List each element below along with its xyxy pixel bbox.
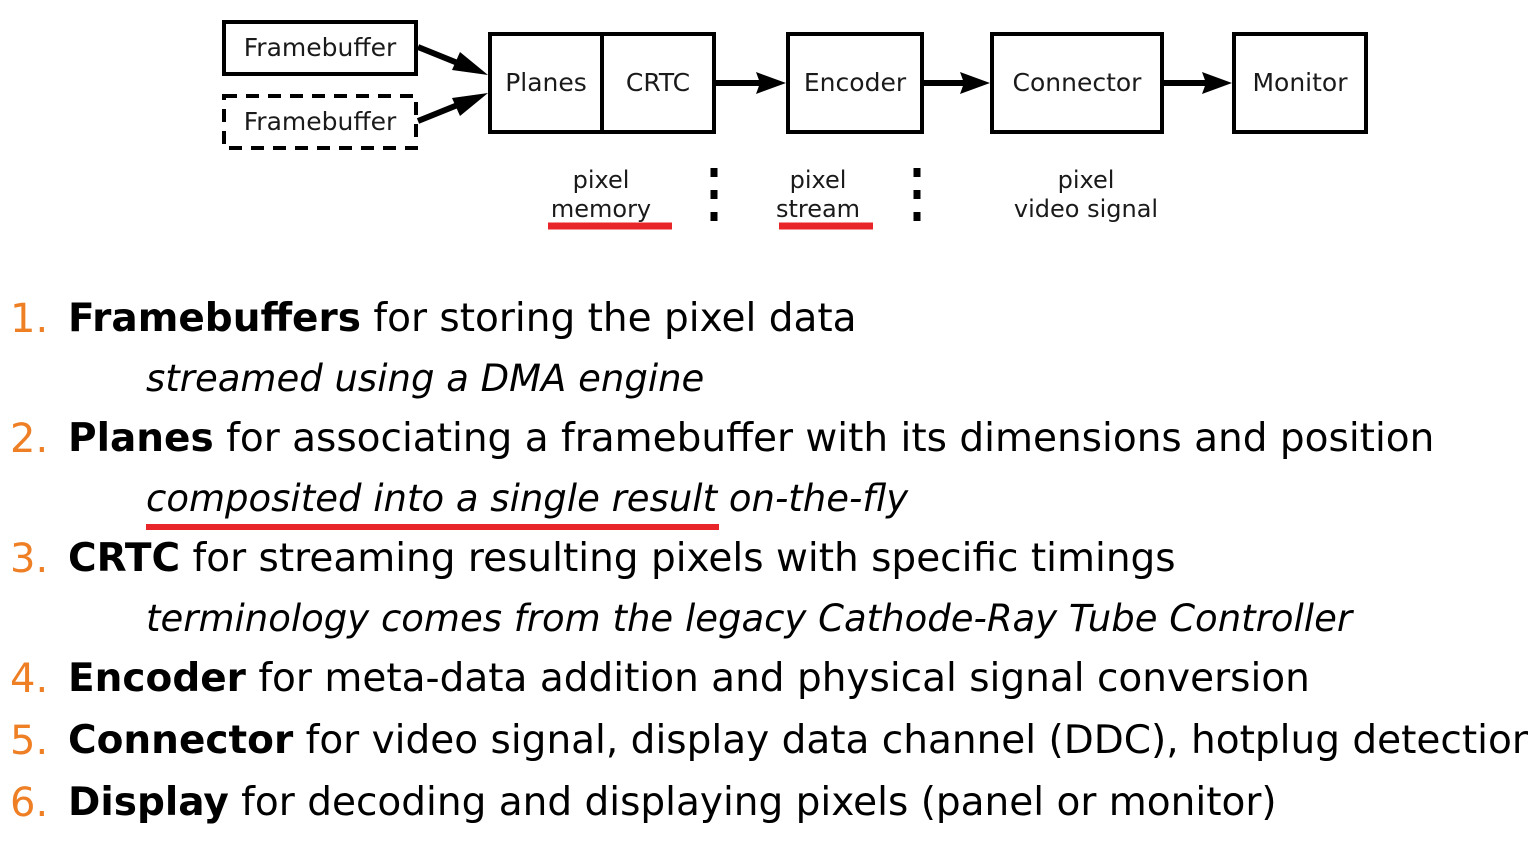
arrow-connector-to-monitor — [1162, 72, 1232, 94]
arrow-framebuffer-solid-to-planes — [416, 44, 488, 75]
list-item-rest: for associating a framebuffer with its d… — [213, 416, 1435, 461]
list-item-rest: for streaming resulting pixels with spec… — [180, 536, 1176, 581]
node-crtc-label: CRTC — [626, 68, 690, 97]
list-item-sub-after: streamed using a DMA engine — [146, 357, 705, 400]
node-monitor-label: Monitor — [1252, 68, 1348, 97]
node-encoder: Encoder — [786, 32, 924, 134]
list-item-number: 3. — [10, 536, 49, 582]
caption-memory: pixel memory — [548, 166, 672, 230]
caption-memory-line1: pixel — [573, 166, 630, 194]
node-monitor: Monitor — [1232, 32, 1368, 134]
arrow-encoder-to-connector — [922, 72, 990, 94]
list-item-sub: streamed using a DMA engine — [146, 350, 1528, 408]
caption-video-signal-line2: video signal — [1014, 195, 1158, 223]
caption-stream: pixel stream — [776, 166, 873, 230]
list-item-main: Framebuffers for storing the pixel data — [68, 288, 1528, 350]
list-item-sub-underlined: composited into a single result — [146, 470, 720, 530]
list-item: 6. Display for decoding and displaying p… — [0, 772, 1528, 834]
node-encoder-label: Encoder — [804, 68, 907, 97]
display-pipeline-diagram: Framebuffer Framebuffer Planes CRTC Enco… — [0, 0, 1528, 250]
node-connector: Connector — [990, 32, 1164, 134]
node-planes-label: Planes — [505, 68, 587, 97]
list-item-rest: for meta-data addition and physical sign… — [245, 656, 1310, 701]
list-item: 1. Framebuffers for storing the pixel da… — [0, 288, 1528, 408]
list-item-number: 2. — [10, 416, 49, 462]
list-item-main: Display for decoding and displaying pixe… — [68, 772, 1528, 834]
list-item-keyword: Planes — [68, 416, 214, 461]
node-framebuffer-solid: Framebuffer — [222, 20, 418, 76]
list-item-keyword: Connector — [68, 718, 294, 763]
list-item-rest: for decoding and displaying pixels (pane… — [228, 780, 1277, 825]
list-item-sub-after: terminology comes from the legacy Cathod… — [146, 597, 1353, 640]
list-item-keyword: Framebuffers — [68, 296, 361, 341]
node-framebuffer-dashed-label: Framebuffer — [244, 107, 397, 136]
caption-stream-line2: stream — [776, 195, 860, 223]
node-connector-label: Connector — [1013, 68, 1143, 97]
list-item-keyword: Display — [68, 780, 229, 825]
caption-memory-line2: memory — [551, 195, 651, 223]
list-item-number: 4. — [10, 656, 49, 702]
list-item-keyword: CRTC — [68, 536, 181, 581]
list-item-main: CRTC for streaming resulting pixels with… — [68, 528, 1528, 590]
node-framebuffer-solid-label: Framebuffer — [244, 33, 397, 62]
arrow-crtc-to-encoder — [714, 72, 786, 94]
list-item-rest: for storing the pixel data — [360, 296, 857, 341]
list-item-main: Connector for video signal, display data… — [68, 710, 1528, 772]
list-item: 2. Planes for associating a framebuffer … — [0, 408, 1528, 530]
list-item-sub-after: on-the-fly — [717, 477, 909, 520]
list-item-keyword: Encoder — [68, 656, 246, 701]
list-item-sub: composited into a single result on-the-f… — [146, 470, 1528, 530]
caption-video-signal-line1: pixel — [1058, 166, 1115, 194]
caption-stream-line1: pixel — [790, 166, 847, 194]
list-item: 3. CRTC for streaming resulting pixels w… — [0, 528, 1528, 648]
list-item-sub: terminology comes from the legacy Cathod… — [146, 590, 1528, 648]
list-item-rest: for video signal, display data channel (… — [293, 718, 1528, 763]
list-item: 4. Encoder for meta-data addition and ph… — [0, 648, 1528, 710]
list-item-number: 5. — [10, 718, 49, 764]
list-item-number: 6. — [10, 780, 49, 826]
list-item-sub-wrap: composited into a single result on-the-f… — [68, 470, 1528, 530]
list-item-sub-wrap: streamed using a DMA engine — [68, 350, 1528, 408]
node-framebuffer-dashed: Framebuffer — [222, 94, 418, 150]
pipeline-component-list: 1. Framebuffers for storing the pixel da… — [0, 288, 1528, 834]
list-item: 5. Connector for video signal, display d… — [0, 710, 1528, 772]
list-item-main: Planes for associating a framebuffer wit… — [68, 408, 1528, 470]
caption-video-signal: pixel video signal — [1014, 166, 1158, 223]
list-item-sub-wrap: terminology comes from the legacy Cathod… — [68, 590, 1528, 648]
arrow-framebuffer-dashed-to-planes — [416, 93, 488, 124]
list-item-main: Encoder for meta-data addition and physi… — [68, 648, 1528, 710]
node-planes-crtc: Planes CRTC — [488, 32, 716, 134]
list-item-number: 1. — [10, 296, 49, 342]
